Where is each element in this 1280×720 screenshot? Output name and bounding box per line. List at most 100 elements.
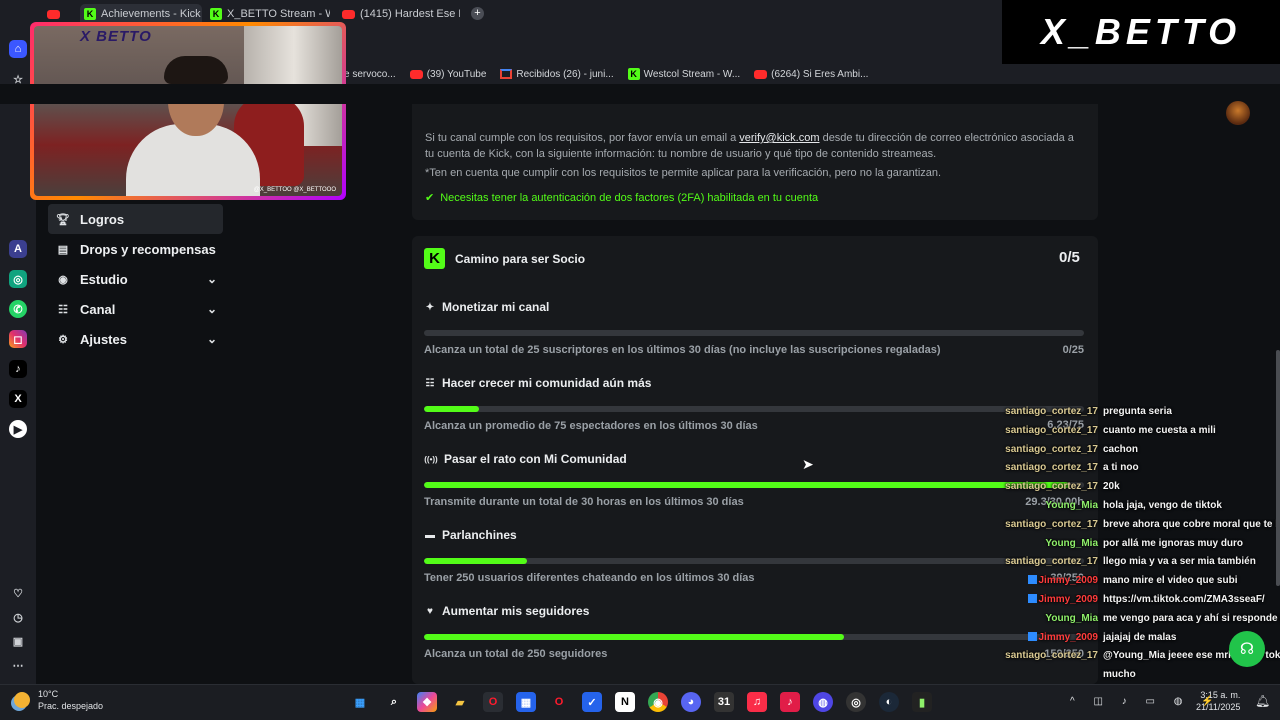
chat-username[interactable]: santiago_cortez_17	[1000, 444, 1098, 463]
tiktok-icon[interactable]: ♪	[9, 360, 27, 378]
whatsapp-icon[interactable]: ✆	[9, 300, 27, 318]
chat-text: me vengo para aca y ahí si responde po	[1103, 612, 1280, 624]
terminal-icon[interactable]: ▮	[912, 692, 932, 712]
weather-widget[interactable]: 10°C Prac. despejado	[14, 688, 103, 712]
chat-username[interactable]: Young_Mia	[1000, 538, 1098, 557]
broadcast-icon: ((•))	[424, 454, 438, 464]
windows-icon[interactable]: ▦	[350, 692, 370, 712]
history-icon[interactable]: ◷	[9, 608, 27, 626]
notification-icon[interactable]: 🔔︎	[1255, 694, 1270, 708]
instagram-icon[interactable]: ◻	[9, 330, 27, 348]
tiktok-icon[interactable]: ♪	[780, 692, 800, 712]
kick-icon: K	[627, 68, 640, 80]
chat-username[interactable]: Jimmy_2009	[1000, 594, 1098, 613]
home-icon[interactable]: ⌂	[9, 40, 27, 58]
copilot-icon[interactable]: ❖	[417, 692, 437, 712]
webcam-feed: X BETTO @X_BETTOO @X_BETTOOO	[34, 26, 342, 196]
chat-username[interactable]: santiago_cortez_17	[1000, 481, 1098, 500]
chat-username[interactable]: Young_Mia	[1000, 613, 1098, 632]
chat-username[interactable]: santiago_cortez_17	[1000, 425, 1098, 444]
chat-username-text: santiago_cortez_17	[1005, 443, 1098, 455]
tray-icons[interactable]: ^ ◫ ♪ ▭ ◍ ⚡	[1070, 696, 1222, 707]
player-icon[interactable]: ▶	[9, 420, 27, 438]
chat-username[interactable]: Young_Mia	[1000, 500, 1098, 519]
steam-icon[interactable]: ◐	[879, 692, 899, 712]
channel-logo: X_BETTO	[1002, 0, 1280, 64]
chat-message: Jimmy_2009 https://vm.tiktok.com/ZMA3ssea…	[1000, 594, 1280, 613]
chat-message: Young_Mia me vengo para aca y ahí si resp…	[1000, 613, 1280, 632]
kick-icon: K	[424, 248, 445, 269]
avatar[interactable]	[1226, 101, 1250, 125]
discord-icon[interactable]: ◕	[681, 692, 701, 712]
chevron-down-icon: ⌄	[206, 332, 217, 346]
chevron-down-icon: ⌄	[206, 302, 217, 316]
music-icon[interactable]: ♫	[747, 692, 767, 712]
tab-label: X_BETTO Stream - Watch	[227, 8, 330, 20]
community-icon: ☷	[425, 377, 435, 389]
bookmark[interactable]: (39) YouTube	[409, 69, 486, 80]
bookmark[interactable]: Recibidos (26) - juni...	[500, 69, 614, 80]
bookmark[interactable]: (6264) Si Eres Ambi...	[754, 69, 868, 80]
webcam-overlay: X BETTO @X_BETTOO @X_BETTOOO	[30, 22, 346, 200]
folder-icon[interactable]: ▰	[450, 692, 470, 712]
nav-item-drops[interactable]: ▤ Drops y recompensas	[48, 234, 223, 264]
chat-username[interactable]: santiago_cortez_17	[1000, 406, 1098, 425]
webcam-name: X BETTO	[80, 28, 152, 45]
email-link[interactable]: verify@kick.com	[739, 132, 819, 144]
gear-icon: ⚙	[58, 333, 68, 346]
x-icon[interactable]: X	[9, 390, 27, 408]
bookmark[interactable]: K Westcol Stream - W...	[627, 68, 740, 80]
chatgpt-icon[interactable]: ◎	[9, 270, 27, 288]
calendar-icon[interactable]: 31	[714, 692, 734, 712]
tab-label: Achievements - Kick Dash	[101, 8, 202, 20]
weather-icon	[14, 692, 30, 708]
youtube-icon	[409, 69, 423, 79]
notion-icon[interactable]: N	[615, 692, 635, 712]
aria-icon[interactable]: A	[9, 240, 27, 258]
todo-icon[interactable]: ✓	[582, 692, 602, 712]
chat-message: Jimmy_2009 mano mire el video que subi	[1000, 575, 1280, 594]
bookmark[interactable]: e servoco...	[344, 69, 396, 80]
goal-title: ☷ Hacer crecer mi comunidad aún más	[424, 376, 652, 390]
more-icon[interactable]: ⋯	[9, 656, 27, 674]
tab-stream[interactable]: K X_BETTO Stream - Watch	[210, 4, 330, 24]
chat-username[interactable]: santiago_cortez_17	[1000, 556, 1098, 575]
obs-icon[interactable]: ◎	[846, 692, 866, 712]
support-icon[interactable]: ☊	[1229, 631, 1265, 667]
chat-text: cuanto me cuesta a mili	[1103, 424, 1216, 436]
new-tab-button[interactable]: +	[471, 7, 484, 20]
goal-description: Alcanza un total de 250 seguidores	[424, 648, 608, 660]
tab-youtube[interactable]: (1415) Hardest Ese Ever -	[342, 4, 460, 24]
chat-username[interactable]: santiago_cortez_17	[1000, 519, 1098, 538]
chrome-icon[interactable]: ◉	[648, 692, 668, 712]
nav-item-estudio[interactable]: ◉ Estudio ⌄	[48, 264, 223, 294]
progress-bar	[424, 482, 1084, 488]
search-icon[interactable]: ⌕	[384, 692, 404, 712]
nav-item-logros[interactable]: 🏆︎ Logros	[48, 204, 223, 234]
chat-username-text: Jimmy_2009	[1038, 594, 1099, 605]
chat-username-text: santiago_cortez_17	[1005, 424, 1098, 436]
app-icon[interactable]: ◍	[813, 692, 833, 712]
chat-username[interactable]: Jimmy_2009	[1000, 631, 1098, 651]
store-icon[interactable]: ▦	[516, 692, 536, 712]
partner-count: 0/5	[1059, 249, 1080, 266]
check-icon: ✔	[425, 192, 435, 204]
youtube-icon[interactable]	[47, 10, 60, 19]
opera-gx-icon[interactable]: O	[549, 692, 569, 712]
heart-icon: ♥	[427, 605, 433, 617]
chat-text: breve ahora que cobre moral que te la re	[1103, 518, 1280, 530]
tab-achievements[interactable]: K Achievements - Kick Dash	[80, 4, 202, 24]
progress-bar	[424, 330, 1084, 336]
kick-icon: K	[210, 8, 222, 20]
heart-icon[interactable]: ♡	[9, 584, 27, 602]
chat-text: hola jaja, vengo de tiktok	[1103, 500, 1222, 511]
nav-item-canal[interactable]: ☷ Canal ⌄	[48, 294, 223, 324]
opera-icon[interactable]: O	[483, 692, 503, 712]
box-icon[interactable]: ▣	[9, 632, 27, 650]
nav-item-ajustes[interactable]: ⚙ Ajustes ⌄	[48, 324, 223, 354]
scrollbar[interactable]	[1276, 350, 1280, 586]
chat-text: mano mire el video que subi	[1103, 575, 1238, 587]
chat-username[interactable]: Jimmy_2009	[1000, 575, 1098, 594]
chat-username[interactable]: santiago_cortez_17	[1000, 462, 1098, 481]
chat-username[interactable]: santiago_cortez_17	[1000, 650, 1098, 669]
